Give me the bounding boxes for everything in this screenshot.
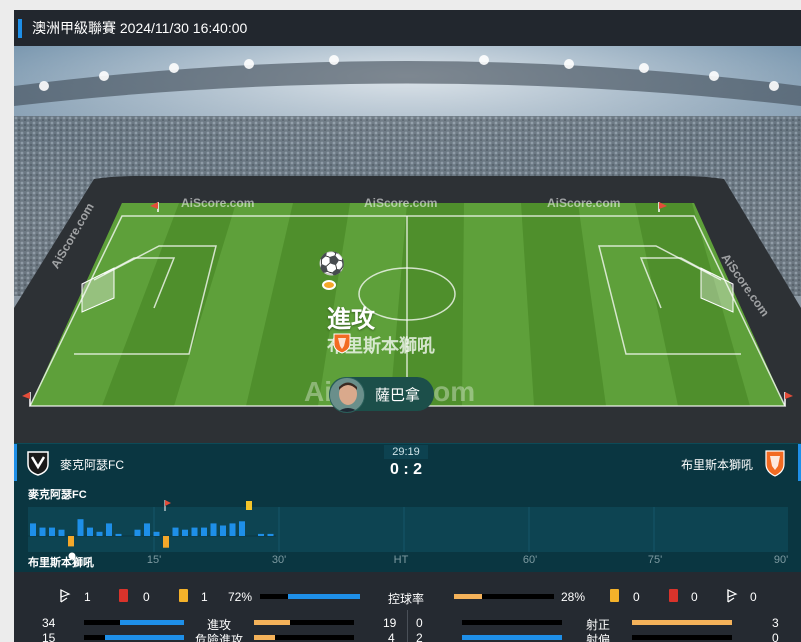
player-name: 薩巴拿	[375, 386, 421, 404]
watermark-text: AiScore.com	[181, 196, 255, 210]
away-team-name: 布里斯本獅吼	[680, 458, 753, 472]
player-tag[interactable]: 薩巴拿	[329, 377, 435, 413]
yellow-card-icon	[610, 589, 619, 602]
home-accent-bar	[14, 444, 17, 482]
away-shots-on-target: 3	[772, 616, 779, 630]
momentum-tick: HT	[393, 554, 409, 566]
momentum-home-bar	[182, 529, 188, 536]
momentum-home-bar	[39, 527, 46, 536]
macarthur-fc-crest-icon	[27, 451, 49, 476]
away-possession: 28%	[561, 590, 586, 604]
momentum-home-bar	[153, 531, 160, 536]
ball-position-marker	[322, 280, 336, 290]
match-score: 0 : 2	[389, 461, 422, 478]
watermark-text: AiScore.com	[364, 196, 438, 210]
attacks-away-fill	[254, 620, 290, 625]
dangerous-away-fill	[254, 635, 275, 640]
momentum-home-bar	[115, 533, 122, 536]
yellow-card-icon	[179, 589, 188, 602]
momentum-away-label: 布里斯本獅吼	[28, 557, 94, 569]
home-corners: 1	[84, 590, 91, 604]
red-card-icon	[669, 589, 678, 602]
shots-off-home-fill	[462, 635, 562, 640]
momentum-home-bar	[220, 525, 226, 536]
away-attacks: 19	[383, 616, 397, 630]
shots-on-home-bar	[462, 620, 562, 625]
corner-flag-icon	[727, 589, 738, 603]
brisbane-roar-crest-icon	[765, 450, 785, 477]
shots-on-away-fill	[632, 620, 732, 625]
momentum-home-label: 麥克阿瑟FC	[28, 489, 87, 501]
divider	[407, 610, 408, 642]
soccer-ball-icon: ⚽	[318, 251, 346, 276]
momentum-home-bar	[201, 527, 207, 536]
home-red-cards: 0	[143, 590, 150, 604]
possession-label: 控球率	[388, 592, 425, 606]
away-yellow-cards: 0	[633, 590, 640, 604]
yellow-card-icon	[246, 501, 252, 510]
match-header: 澳洲甲級聯賽 2024/11/30 16:40:00	[14, 10, 801, 46]
match-clock: 29:19	[384, 445, 428, 459]
momentum-home-bar	[267, 533, 274, 536]
momentum-tick: 75'	[647, 554, 663, 566]
accent-bar	[18, 18, 22, 38]
possession-away-fill	[454, 594, 482, 599]
dangerous-attacks-label: 危險進攻	[195, 633, 244, 642]
momentum-tick: 90'	[773, 554, 789, 566]
shots-off-away-bar	[632, 635, 732, 640]
player-avatar	[329, 377, 365, 413]
home-dangerous-attacks: 15	[42, 631, 56, 642]
brisbane-roar-crest-icon	[333, 333, 351, 354]
possession-home-fill	[288, 594, 360, 599]
stadium-view: AiScore.com AiScore.com AiScore.com AiSc…	[14, 46, 801, 443]
momentum-away-bar	[68, 536, 74, 547]
red-card-icon	[119, 589, 128, 602]
event-team: 布里斯本獅吼	[327, 332, 435, 358]
home-attacks: 34	[42, 616, 56, 630]
momentum-tick: 15'	[146, 554, 162, 566]
away-corners: 0	[750, 590, 757, 604]
dangerous-home-fill	[105, 635, 184, 640]
momentum-home-bar	[239, 521, 245, 536]
momentum-away-bar	[163, 536, 169, 548]
momentum-home-bar	[30, 523, 36, 536]
momentum-home-bar	[134, 529, 141, 536]
momentum-tick: 30'	[271, 554, 287, 566]
event-label: 進攻	[327, 306, 375, 333]
match-widget: 澳洲甲級聯賽 2024/11/30 16:40:00 AiScore.com A…	[14, 10, 801, 642]
momentum-home-bar	[106, 523, 112, 536]
watermark-text: AiScore.com	[547, 196, 621, 210]
momentum-home-bar	[210, 523, 217, 536]
attacks-home-fill	[120, 620, 184, 625]
home-team-name: 麥克阿瑟FC	[60, 458, 124, 472]
away-dangerous-attacks: 4	[388, 631, 395, 642]
momentum-home-bar	[77, 519, 84, 536]
away-red-cards: 0	[691, 590, 698, 604]
away-shots-off-target: 0	[772, 631, 779, 642]
home-possession: 72%	[228, 590, 253, 604]
match-title: 澳洲甲級聯賽 2024/11/30 16:40:00	[32, 20, 248, 36]
momentum-chart: 麥克阿瑟FC 布里斯本獅吼 15' 30' HT 60' 75' 90'	[14, 481, 801, 572]
corner-flag-icon	[60, 589, 71, 603]
stats-panel: 1 0 1 72% 控球率 28% 0 0 0 34 進攻 19 15 危險進攻…	[14, 572, 801, 642]
home-shots-off-target: 2	[416, 631, 423, 642]
momentum-home-bar	[96, 531, 103, 536]
home-yellow-cards: 1	[201, 590, 208, 604]
score-bar: 麥克阿瑟FC 29:19 0 : 2 布里斯本獅吼	[14, 443, 801, 482]
momentum-home-bar	[229, 523, 236, 536]
momentum-home-bar	[49, 527, 55, 536]
momentum-tick: 60'	[522, 554, 538, 566]
momentum-home-bar	[87, 527, 93, 536]
momentum-home-bar	[191, 527, 198, 536]
momentum-home-bar	[58, 529, 65, 536]
shots-off-target-label: 射偏	[586, 633, 611, 642]
momentum-home-bar	[258, 533, 264, 536]
momentum-home-bar	[172, 527, 179, 536]
momentum-home-bar	[144, 523, 150, 536]
home-shots-on-target: 0	[416, 616, 423, 630]
